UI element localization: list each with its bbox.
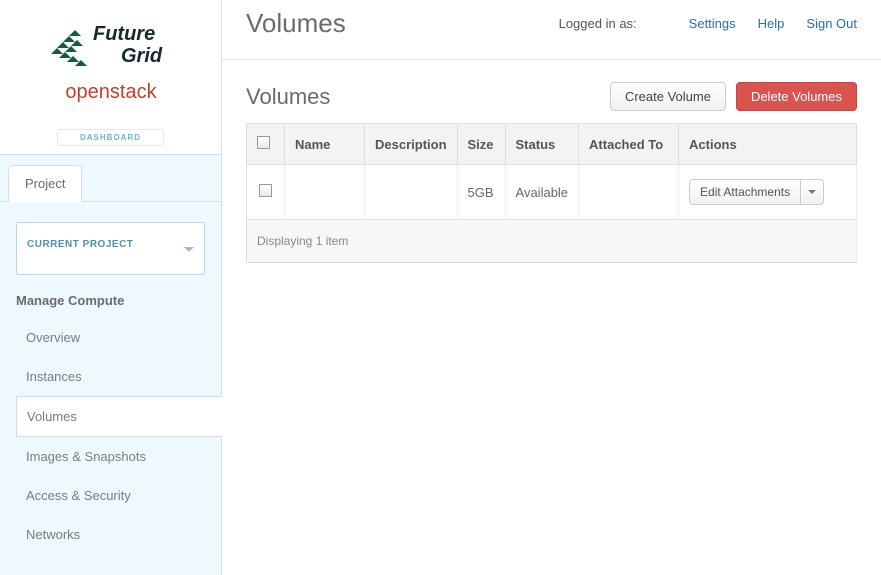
- delete-volumes-button[interactable]: Delete Volumes: [736, 82, 857, 111]
- sidebar-item-instances[interactable]: Instances: [16, 357, 205, 396]
- table-footer: Displaying 1 item: [247, 220, 857, 263]
- sidebar-item-images-snapshots[interactable]: Images & Snapshots: [16, 437, 205, 476]
- brand-logo: Future Grid openstack: [41, 12, 181, 125]
- page-title: Volumes: [246, 8, 346, 39]
- main-area: Volumes Logged in as: Settings Help Sign…: [222, 0, 881, 575]
- checkbox-all[interactable]: [257, 136, 270, 149]
- table-summary: Displaying 1 item: [247, 220, 857, 263]
- brand-line2: Grid: [121, 45, 163, 67]
- row-action-dropdown[interactable]: [801, 179, 824, 205]
- volumes-table: Name Description Size Status Attached To…: [246, 123, 857, 263]
- cell-description: [365, 165, 458, 220]
- section-manage-compute: Manage Compute: [16, 293, 205, 308]
- help-link[interactable]: Help: [758, 16, 785, 31]
- sidebar-item-volumes[interactable]: Volumes: [16, 396, 222, 437]
- sidebar-item-access-security[interactable]: Access & Security: [16, 476, 205, 515]
- nav-tab-row: Project: [0, 155, 221, 202]
- sidebar: Future Grid openstack DASHBOARD Project …: [0, 0, 222, 575]
- cell-size: 5GB: [457, 165, 505, 220]
- dashboard-badge: DASHBOARD: [57, 129, 164, 146]
- table-row: 5GB Available Edit Attachments: [247, 165, 857, 220]
- cell-name: [285, 165, 365, 220]
- edit-attachments-button[interactable]: Edit Attachments: [689, 179, 801, 205]
- create-volume-button[interactable]: Create Volume: [610, 82, 726, 111]
- nav-list: Overview Instances Volumes Images & Snap…: [16, 318, 205, 554]
- chevron-down-icon: [184, 247, 194, 252]
- sidebar-item-overview[interactable]: Overview: [16, 318, 205, 357]
- logged-in-label: Logged in as:: [559, 16, 637, 31]
- th-description: Description: [365, 124, 458, 165]
- th-name: Name: [285, 124, 365, 165]
- topbar: Volumes Logged in as: Settings Help Sign…: [222, 0, 881, 60]
- signout-link[interactable]: Sign Out: [806, 16, 857, 31]
- user-area: Logged in as: Settings Help Sign Out: [559, 16, 857, 31]
- th-select-all: [247, 124, 285, 165]
- th-status: Status: [505, 124, 579, 165]
- panel-title: Volumes: [246, 84, 610, 110]
- tab-project[interactable]: Project: [8, 165, 82, 202]
- sidebar-item-networks[interactable]: Networks: [16, 515, 205, 554]
- cell-actions: Edit Attachments: [679, 165, 857, 220]
- th-actions: Actions: [679, 124, 857, 165]
- brand-area: Future Grid openstack DASHBOARD: [0, 0, 221, 155]
- settings-link[interactable]: Settings: [689, 16, 736, 31]
- current-project-dropdown[interactable]: CURRENT PROJECT: [16, 222, 205, 275]
- th-size: Size: [457, 124, 505, 165]
- brand-line1: Future: [93, 23, 155, 45]
- cell-status: Available: [505, 165, 579, 220]
- checkbox-row[interactable]: [259, 184, 272, 197]
- th-attached: Attached To: [579, 124, 679, 165]
- brand-line3: openstack: [65, 81, 157, 103]
- cell-attached: [579, 165, 679, 220]
- chevron-down-icon: [808, 190, 816, 194]
- current-project-label: CURRENT PROJECT: [27, 239, 133, 250]
- panel-header: Volumes Create Volume Delete Volumes: [246, 82, 857, 111]
